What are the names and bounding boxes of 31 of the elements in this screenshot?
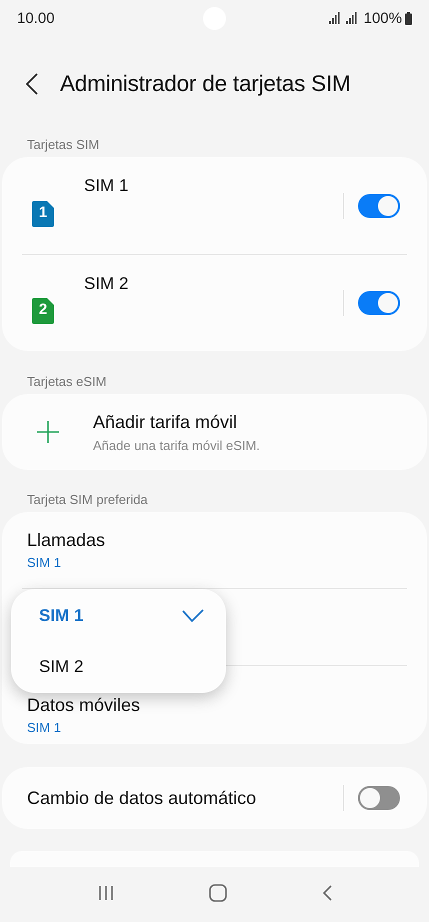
section-label: Tarjetas SIM [26, 136, 100, 154]
sim-number: 2 [38, 301, 48, 318]
section-label: Tarjeta SIM preferida [26, 491, 149, 509]
back-icon[interactable] [26, 73, 38, 95]
recent-apps-icon[interactable] [98, 885, 114, 901]
home-icon[interactable] [208, 884, 226, 902]
section-label: Tarjetas eSIM [26, 373, 108, 391]
toggle-switch[interactable] [358, 194, 400, 218]
check-icon [182, 608, 204, 622]
battery-icon [405, 12, 412, 24]
toggle-switch[interactable] [358, 291, 400, 315]
popup-option[interactable]: SIM 2 [11, 641, 226, 692]
item-subtitle: Añade una tarifa móvil eSIM. [93, 438, 260, 452]
toggle-switch[interactable] [358, 786, 400, 810]
setting-value: SIM 1 [27, 720, 62, 735]
option-label: SIM 1 [39, 606, 84, 626]
battery-level: 100% [364, 10, 402, 26]
screen-title: Administrador de tarjetas SIM [60, 71, 351, 97]
plus-icon [37, 421, 59, 443]
option-label: SIM 2 [39, 656, 84, 676]
popup-option[interactable]: SIM 1 [11, 590, 226, 641]
sim-name: SIM 2 [84, 274, 128, 294]
status-time: 10.00 [17, 10, 55, 26]
item-title: Añadir tarifa móvil [93, 412, 238, 432]
setting-title[interactable]: Llamadas [27, 530, 427, 551]
setting-title[interactable]: Cambio de datos automático [27, 788, 256, 808]
setting-value: SIM 1 [27, 555, 62, 570]
sim-number: 1 [38, 204, 48, 220]
add-plan-item[interactable]: Añadir tarifa móvil Añade una tarifa móvil eSIM. [2, 394, 427, 470]
setting-title[interactable]: Datos móviles [27, 695, 427, 716]
sim-name: SIM 1 [84, 176, 128, 196]
